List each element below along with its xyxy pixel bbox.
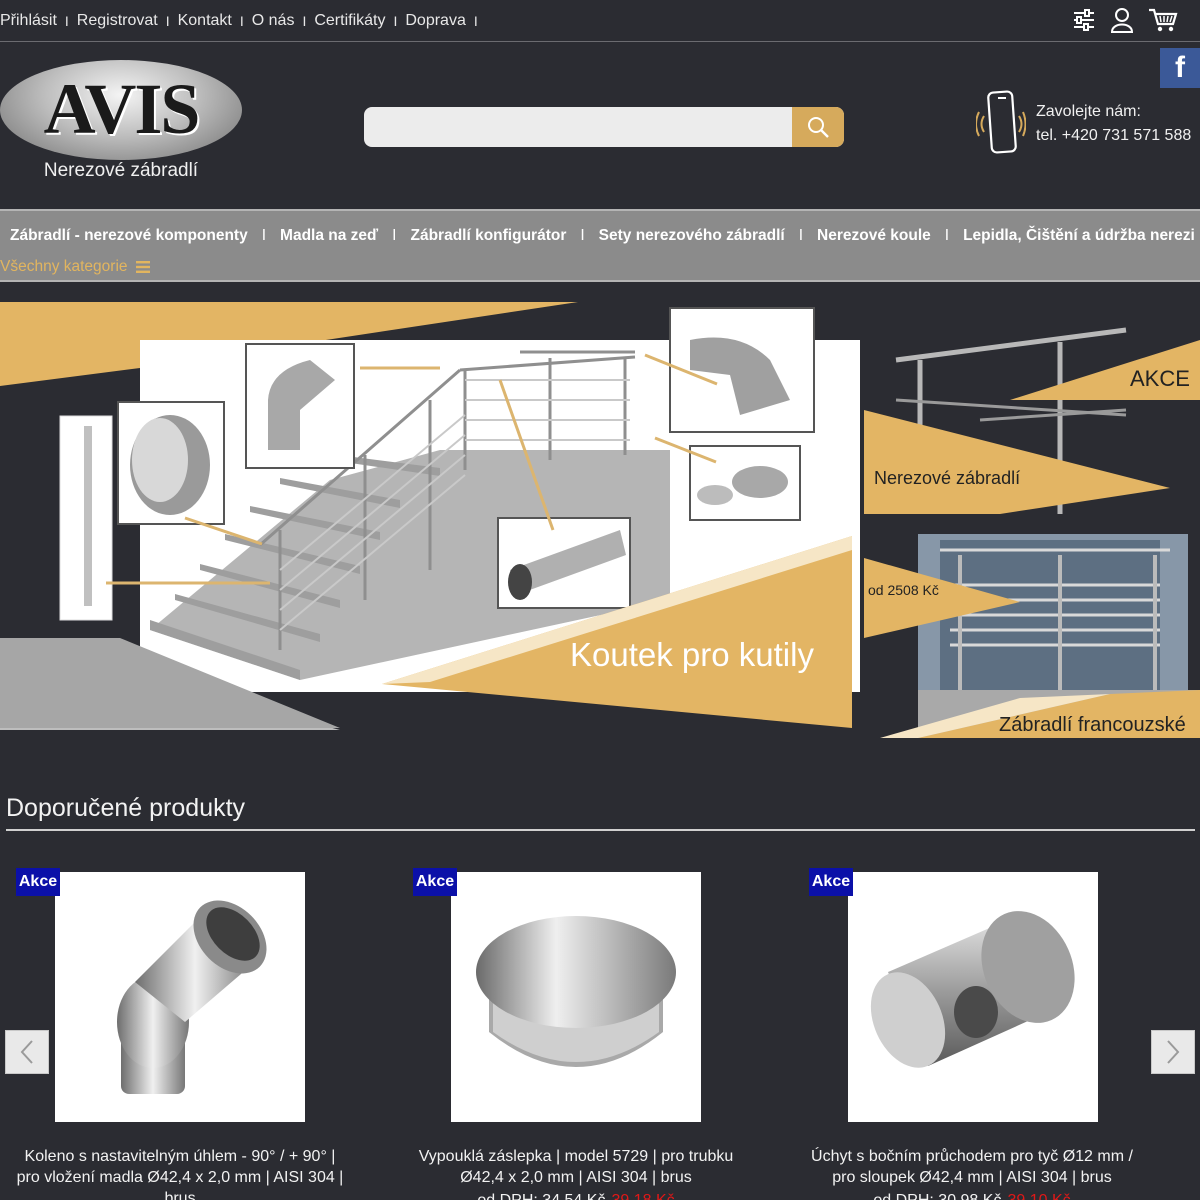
category-list: Zábradlí - nerezové komponenty I Madla n… xyxy=(10,227,1200,245)
product-name-line: brus xyxy=(164,1190,196,1200)
contact-info: Zavolejte nám: tel. +420 731 571 588 xyxy=(1036,100,1191,148)
top-icons xyxy=(1072,8,1178,33)
login-link[interactable]: Přihlásit xyxy=(0,12,57,30)
category-nav: Zábradlí - nerezové komponenty I Madla n… xyxy=(0,209,1200,282)
product-name[interactable]: Vypouklá záslepka | model 5729 | pro tru… xyxy=(396,1146,756,1188)
sale-badge: Akce xyxy=(809,868,853,896)
banner-railing-label: Nerezové zábradlí xyxy=(874,468,1021,488)
category-item[interactable]: Lepidla, Čištění a údržba nerezi xyxy=(963,227,1195,245)
product-price: od DPH: 34,54 Kč 39,18 Kč xyxy=(396,1192,756,1200)
hero-banner[interactable]: Koutek pro kutily AKCE Nerezové zábradlí… xyxy=(0,300,1200,740)
current-price: od DPH: 34,54 Kč xyxy=(477,1192,605,1200)
separator: I xyxy=(392,227,397,244)
top-bar: Přihlásit I Registrovat I Kontakt I O ná… xyxy=(0,0,1200,42)
carousel-prev-button[interactable] xyxy=(5,1030,49,1074)
register-link[interactable]: Registrovat xyxy=(77,12,158,30)
logo-brand: AVIS xyxy=(43,69,201,149)
facebook-label: f xyxy=(1175,51,1185,84)
phone-icon xyxy=(975,90,1027,156)
menu-icon xyxy=(135,261,150,273)
product-name[interactable]: Koleno s nastavitelným úhlem - 90° / + 9… xyxy=(0,1146,360,1200)
filter-icon[interactable] xyxy=(1072,8,1096,32)
user-icon[interactable] xyxy=(1110,8,1134,33)
all-categories-label: Všechny kategorie xyxy=(0,258,128,275)
search-input[interactable] xyxy=(364,107,792,147)
category-item[interactable]: Zábradlí konfigurátor xyxy=(410,227,566,245)
product-price: od DPH: 30,98 Kč 39,10 Kč xyxy=(792,1192,1152,1200)
current-price: od DPH: 30,98 Kč xyxy=(873,1192,1001,1200)
banner-french-label: Zábradlí francouzské xyxy=(999,714,1186,736)
section-title: Doporučené produkty xyxy=(6,794,246,822)
site-logo[interactable]: AVIS Nerezové zábradlí xyxy=(0,60,242,188)
top-links: Přihlásit I Registrovat I Kontakt I O ná… xyxy=(0,12,486,30)
cart-icon[interactable] xyxy=(1148,8,1178,32)
product-name-line: Ø42,4 x 2,0 mm | AISI 304 | brus xyxy=(460,1169,692,1186)
contact-link[interactable]: Kontakt xyxy=(178,12,232,30)
product-name-line: Úchyt s bočním průchodem pro tyč Ø12 mm … xyxy=(811,1148,1133,1165)
separator: I xyxy=(64,12,69,29)
product-name-line: pro sloupek Ø42,4 mm | AISI 304 | brus xyxy=(832,1169,1112,1186)
call-label: Zavolejte nám: xyxy=(1036,103,1141,120)
sale-badge: Akce xyxy=(413,868,457,896)
search-bar xyxy=(364,107,844,147)
category-item[interactable]: Sety nerezového zábradlí xyxy=(599,227,785,245)
old-price: 39,18 Kč xyxy=(611,1192,674,1200)
all-categories-button[interactable]: Všechny kategorie xyxy=(0,258,150,276)
banner-akce-label: AKCE xyxy=(1130,366,1190,391)
product-name[interactable]: Úchyt s bočním průchodem pro tyč Ø12 mm … xyxy=(792,1146,1152,1188)
separator: I xyxy=(239,12,244,29)
facebook-icon[interactable]: f xyxy=(1160,48,1200,88)
banner-price-label: od 2508 Kč xyxy=(868,582,939,598)
banner-graphic xyxy=(0,302,1200,738)
banner-main-caption: Koutek pro kutily xyxy=(570,636,814,673)
chevron-left-icon xyxy=(20,1040,33,1064)
logo-tagline: Nerezové zábradlí xyxy=(43,160,199,181)
chevron-right-icon xyxy=(1167,1040,1180,1064)
section-divider xyxy=(6,829,1195,831)
sale-badge: Akce xyxy=(16,868,60,896)
about-link[interactable]: O nás xyxy=(252,12,295,30)
old-price: 39,10 Kč xyxy=(1007,1192,1070,1200)
product-name-line: pro vložení madla Ø42,4 x 2,0 mm | AISI … xyxy=(16,1169,344,1186)
product-image[interactable] xyxy=(848,872,1098,1122)
search-button[interactable] xyxy=(792,107,844,147)
carousel-next-button[interactable] xyxy=(1151,1030,1195,1074)
certificates-link[interactable]: Certifikáty xyxy=(314,12,385,30)
separator: I xyxy=(580,227,585,244)
category-item[interactable]: Madla na zeď xyxy=(280,227,378,245)
separator: I xyxy=(261,227,267,244)
separator: I xyxy=(302,12,307,29)
product-name-line: Vypouklá záslepka | model 5729 | pro tru… xyxy=(418,1148,734,1165)
product-image[interactable] xyxy=(55,872,305,1122)
phone-number[interactable]: tel. +420 731 571 588 xyxy=(1036,124,1191,148)
category-item[interactable]: Nerezové koule xyxy=(817,227,931,245)
separator: I xyxy=(165,12,170,29)
separator: I xyxy=(944,227,950,244)
separator: I xyxy=(473,12,478,29)
separator: I xyxy=(393,12,398,29)
product-image[interactable] xyxy=(451,872,701,1122)
shipping-link[interactable]: Doprava xyxy=(405,12,465,30)
search-icon xyxy=(808,117,829,138)
separator: I xyxy=(798,227,804,244)
category-item[interactable]: Zábradlí - nerezové komponenty xyxy=(10,227,248,245)
product-name-line: Koleno s nastavitelným úhlem - 90° / + 9… xyxy=(24,1148,336,1165)
